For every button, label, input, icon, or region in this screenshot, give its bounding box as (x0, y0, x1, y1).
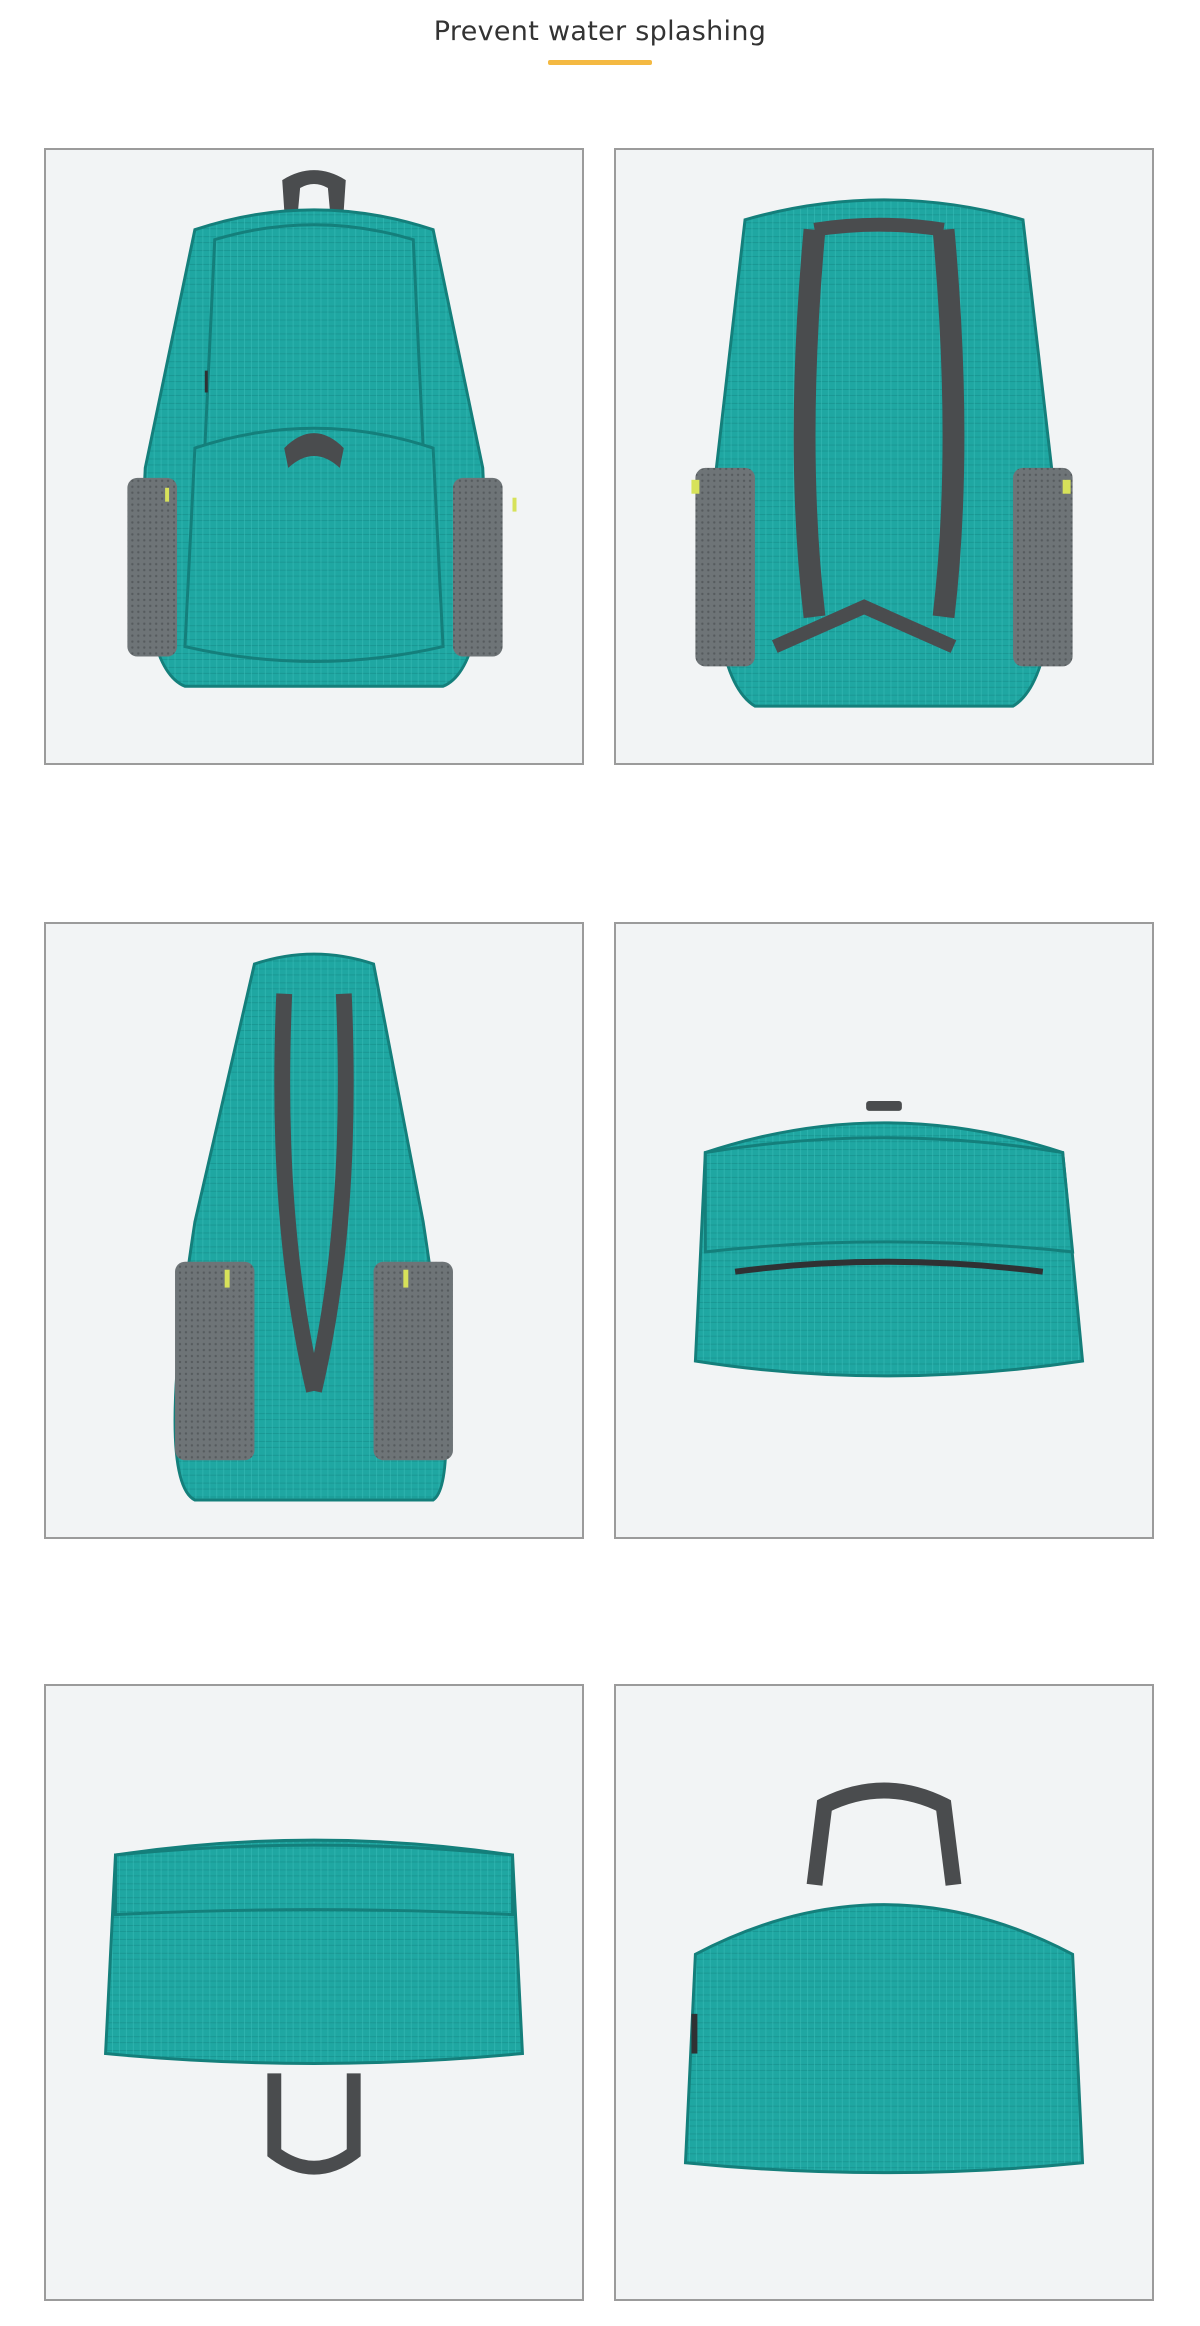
photo-back-view (614, 148, 1154, 765)
title-underline (548, 60, 652, 65)
page-title: Prevent water splashing (433, 16, 767, 47)
photo-folded-handle-up (614, 1684, 1154, 2301)
photo-side-view (44, 922, 584, 1539)
photo-folded-top-view (614, 922, 1154, 1539)
photo-folded-handle-down (44, 1684, 584, 2301)
photo-front-view (44, 148, 584, 765)
